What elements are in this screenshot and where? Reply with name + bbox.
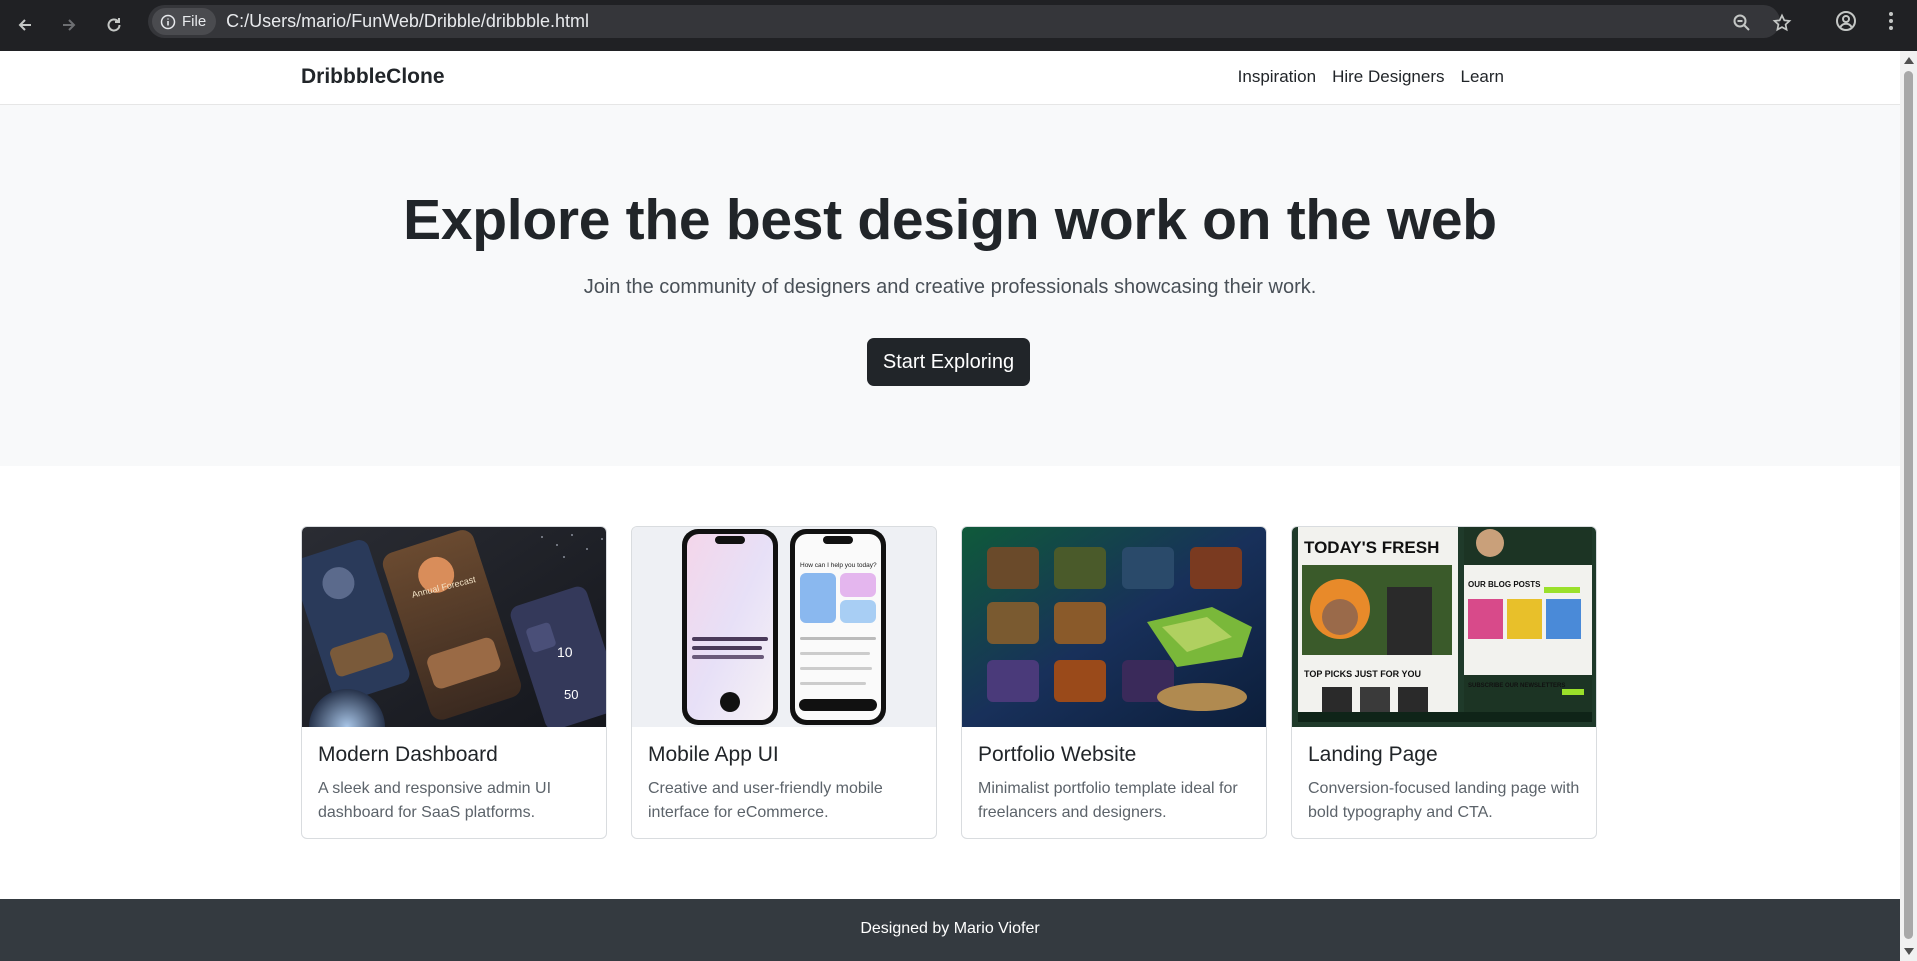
card-description: Minimalist portfolio template ideal for …: [978, 780, 1238, 821]
nav-links: Inspiration Hire Designers Learn: [1238, 67, 1504, 87]
hero-title: Explore the best design work on the web: [403, 188, 1497, 252]
forward-arrow-icon: [63, 19, 76, 31]
nav-link-hire-designers[interactable]: Hire Designers: [1332, 67, 1444, 87]
back-button[interactable]: [7, 7, 43, 43]
card-title: Modern Dashboard: [318, 743, 498, 766]
forward-button[interactable]: [51, 7, 87, 43]
site-info-chip[interactable]: File: [152, 8, 217, 35]
card-thumbnail: Annual Forecast 10 50: [302, 527, 606, 727]
card-description: Creative and user-friendly mobile interf…: [648, 780, 883, 821]
card-description: A sleek and responsive admin UI dashboar…: [318, 780, 552, 821]
card-thumbnail: How can I help you today?: [632, 527, 936, 727]
page-scrollbar[interactable]: [1900, 51, 1917, 961]
hero-section: Explore the best design work on the web …: [0, 105, 1900, 466]
reload-button[interactable]: [96, 7, 132, 43]
nav-link-learn[interactable]: Learn: [1461, 67, 1504, 87]
scrollbar-thumb[interactable]: [1904, 71, 1913, 939]
bookmark-star-icon[interactable]: [1772, 13, 1792, 33]
thumb-help-text: How can I help you today?: [800, 562, 877, 569]
thumb-headline: TODAY'S FRESH: [1304, 538, 1439, 557]
file-label: File: [182, 13, 207, 30]
site-navbar: DribbbleClone Inspiration Hire Designers…: [0, 51, 1900, 105]
design-card[interactable]: How can I help you today? Mobile App UI …: [631, 526, 937, 839]
card-title: Mobile App UI: [648, 743, 779, 766]
reload-icon: [107, 18, 121, 32]
thumb-blog-posts: OUR BLOG POSTS: [1468, 580, 1541, 589]
card-title: Landing Page: [1308, 743, 1438, 766]
hero-subtitle: Join the community of designers and crea…: [583, 276, 1317, 298]
back-arrow-icon: [18, 19, 31, 31]
menu-dots-icon[interactable]: [1880, 10, 1902, 32]
info-icon: [160, 14, 176, 29]
design-card[interactable]: TODAY'S FRESH TOP PICKS JUST FOR YOU OUR…: [1291, 526, 1597, 839]
scroll-down-arrow-icon[interactable]: [1904, 948, 1914, 955]
card-title: Portfolio Website: [978, 743, 1137, 766]
design-card[interactable]: Annual Forecast 10 50 Modern Dashboard A…: [301, 526, 607, 839]
url-text[interactable]: C:/Users/mario/FunWeb/Dribble/dribbble.h…: [226, 11, 589, 32]
site-footer: Designed by Mario Viofer: [0, 899, 1900, 961]
brand-logo[interactable]: DribbbleClone: [301, 65, 445, 89]
footer-credit: Designed by Mario Viofer: [860, 920, 1040, 937]
card-thumbnail: [962, 527, 1266, 727]
browser-toolbar: File C:/Users/mario/FunWeb/Dribble/dribb…: [0, 0, 1917, 51]
design-card[interactable]: Portfolio Website Minimalist portfolio t…: [961, 526, 1267, 839]
zoom-icon[interactable]: [1732, 13, 1752, 33]
scroll-up-arrow-icon[interactable]: [1904, 57, 1914, 64]
card-description: Conversion-focused landing page with bol…: [1308, 780, 1580, 821]
profile-icon[interactable]: [1835, 10, 1857, 32]
thumb-number-50: 50: [564, 687, 578, 702]
nav-link-inspiration[interactable]: Inspiration: [1238, 67, 1316, 87]
thumb-top-picks: TOP PICKS JUST FOR YOU: [1304, 669, 1421, 679]
start-exploring-button[interactable]: Start Exploring: [867, 338, 1030, 386]
address-bar[interactable]: File C:/Users/mario/FunWeb/Dribble/dribb…: [148, 5, 1792, 38]
card-thumbnail: TODAY'S FRESH TOP PICKS JUST FOR YOU OUR…: [1292, 527, 1596, 727]
thumb-number-10: 10: [557, 644, 573, 660]
thumb-subscribe: SUBSCRIBE OUR NEWSLETTERS: [1468, 683, 1565, 689]
page-viewport: DribbbleClone Inspiration Hire Designers…: [0, 51, 1900, 961]
